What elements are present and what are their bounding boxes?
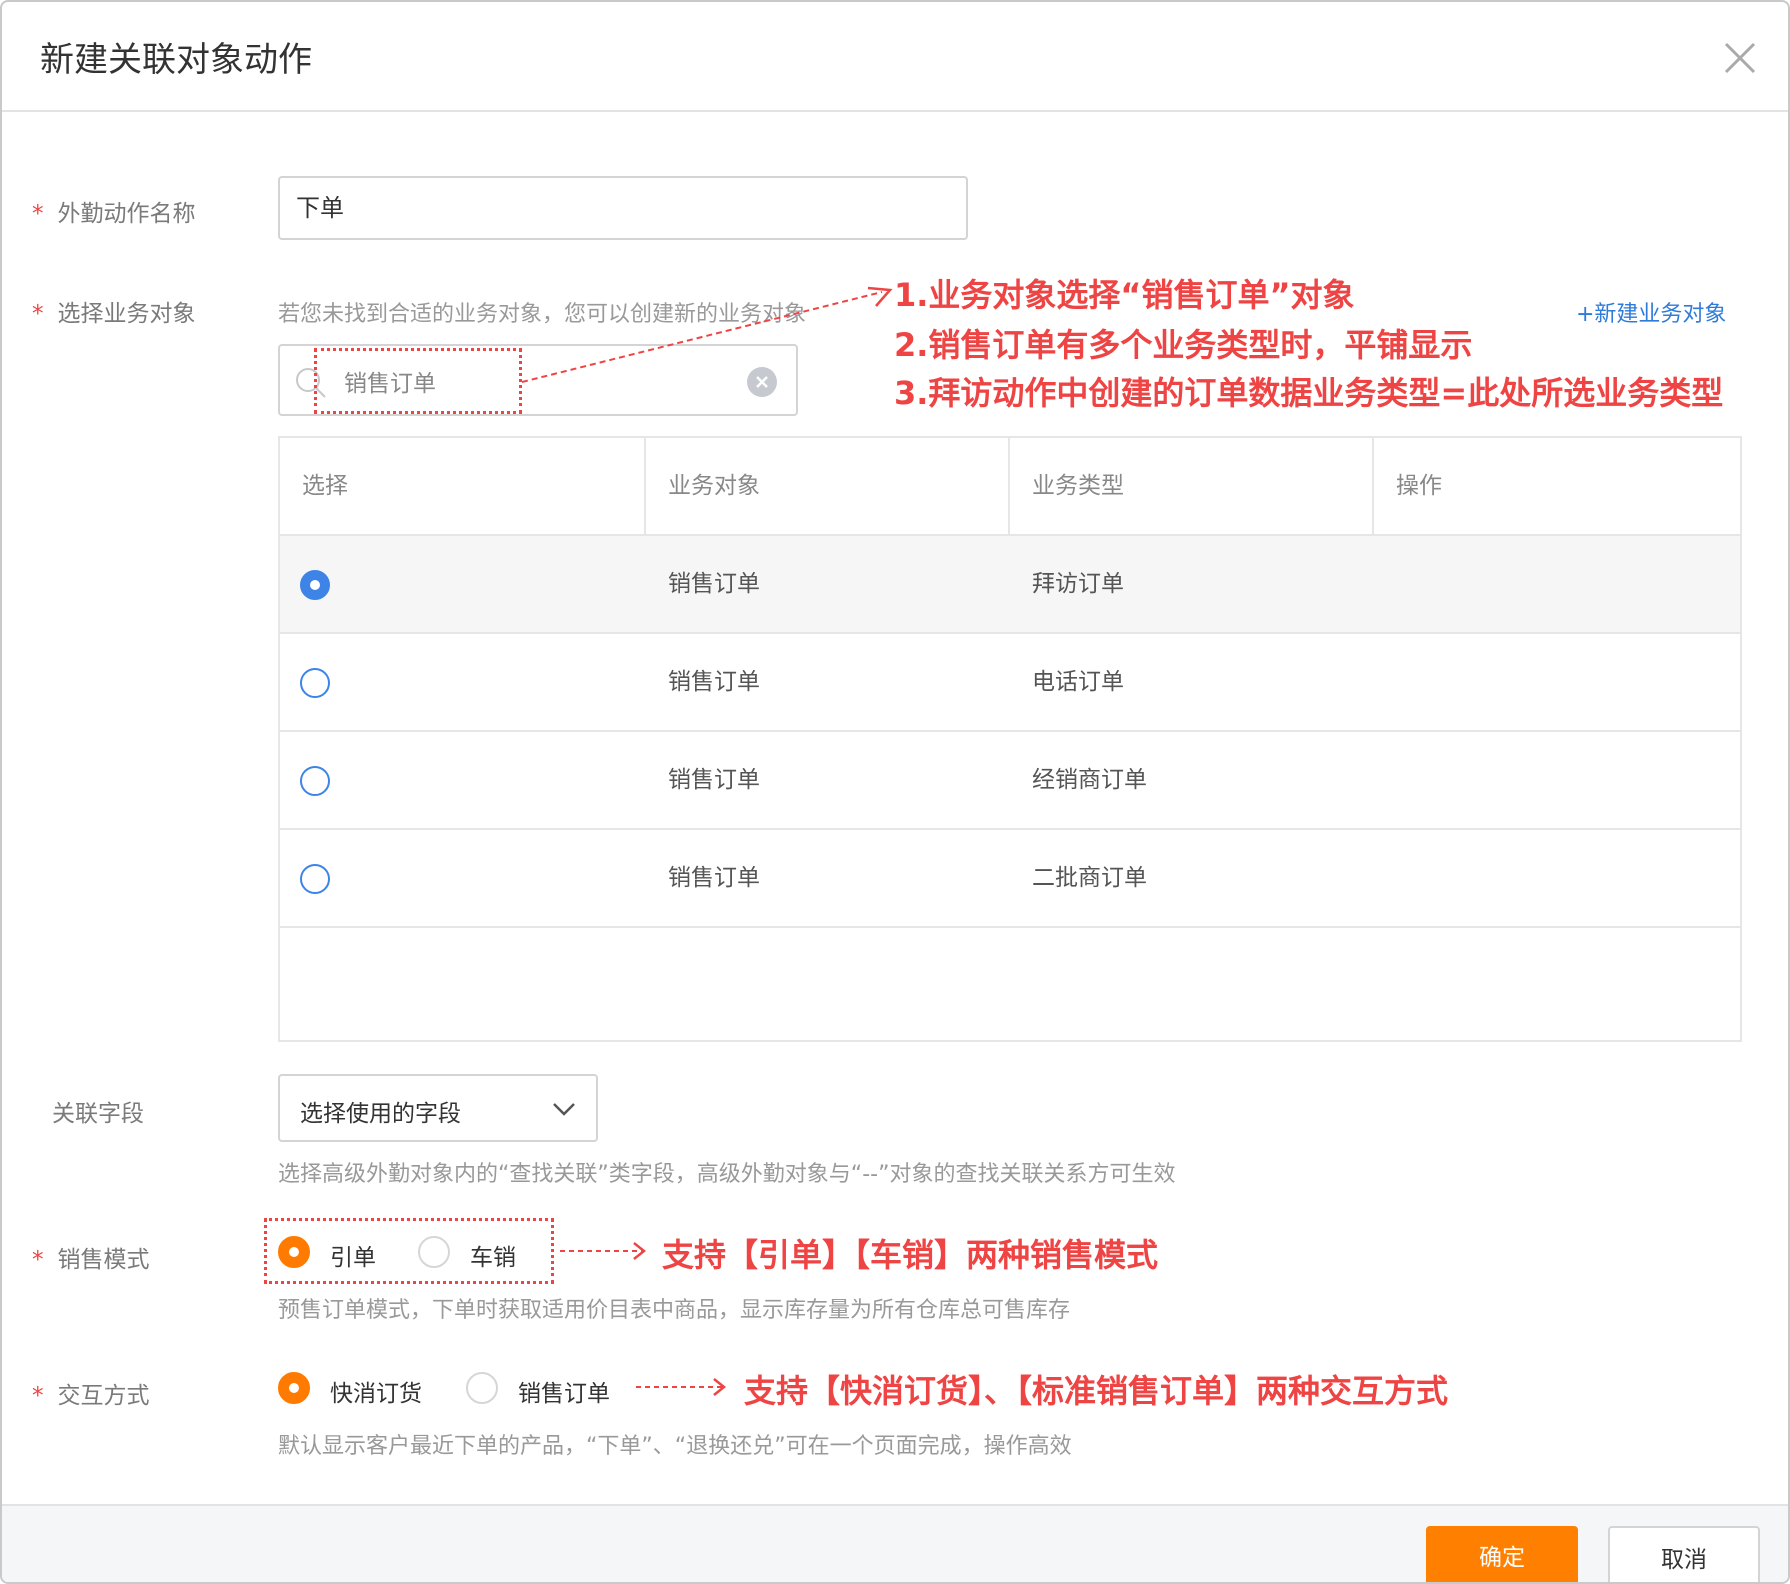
- annotation-note-2: 2.销售订单有多个业务类型时，平铺显示: [894, 326, 1473, 364]
- table-row[interactable]: 销售订单 经销商订单: [280, 732, 1740, 830]
- business-object-label: * 选择业务对象: [32, 301, 196, 327]
- related-field-label: 关联字段: [52, 1101, 144, 1127]
- chevron-down-icon: [553, 1103, 575, 1116]
- sales-mode-option-chexiao-label[interactable]: 车销: [470, 1238, 516, 1272]
- row-radio[interactable]: [300, 864, 330, 894]
- dialog-title: 新建关联对象动作: [40, 40, 312, 80]
- column-header-object: 业务对象: [646, 438, 1010, 534]
- column-header-type: 业务类型: [1010, 438, 1374, 534]
- row-object: 销售订单: [668, 767, 760, 793]
- related-field-placeholder: 选择使用的字段: [300, 1101, 461, 1127]
- interaction-hint: 默认显示客户最近下单的产品，“下单”、“退换还兑”可在一个页面完成，操作高效: [278, 1434, 1072, 1459]
- annotation-arrow: [636, 1378, 727, 1396]
- action-name-input[interactable]: 下单: [278, 176, 968, 240]
- interaction-annotation: 支持【快消订货】、【标准销售订单】两种交互方式: [744, 1372, 1449, 1410]
- column-header-action: 操作: [1396, 473, 1442, 499]
- sales-mode-option-yindan-radio[interactable]: [278, 1236, 310, 1268]
- sales-mode-label: * 销售模式: [32, 1247, 150, 1273]
- create-business-object-link[interactable]: +新建业务对象: [1576, 296, 1726, 328]
- row-radio[interactable]: [300, 668, 330, 698]
- table-row[interactable]: 销售订单 电话订单: [280, 634, 1740, 732]
- row-radio[interactable]: [300, 766, 330, 796]
- related-field-select[interactable]: 选择使用的字段: [278, 1074, 598, 1142]
- related-field-hint: 选择高级外勤对象内的“查找关联”类字段，高级外勤对象与“--”对象的查找关联关系…: [278, 1162, 1176, 1187]
- business-type-table: 选择 业务对象 业务类型 操作 销售订单 拜访订单 销售订单 电话订单 销售订单…: [278, 436, 1742, 1042]
- row-radio-selected[interactable]: [300, 570, 330, 600]
- close-icon[interactable]: [1720, 38, 1760, 78]
- dialog-header: 新建关联对象动作: [2, 2, 1788, 112]
- row-object: 销售订单: [668, 571, 760, 597]
- interaction-option-sales-order-label[interactable]: 销售订单: [518, 1374, 610, 1408]
- interaction-option-fmcg-label[interactable]: 快消订货: [330, 1374, 422, 1408]
- sales-mode-option-yindan-label[interactable]: 引单: [330, 1238, 376, 1272]
- action-name-label: * 外勤动作名称: [32, 201, 196, 227]
- search-highlight-box: [314, 348, 522, 414]
- table-row[interactable]: 销售订单 拜访订单: [280, 536, 1740, 634]
- row-type: 电话订单: [1032, 669, 1124, 695]
- sales-mode-option-chexiao-radio[interactable]: [418, 1236, 450, 1268]
- row-object: 销售订单: [668, 669, 760, 695]
- table-row[interactable]: 销售订单 二批商订单: [280, 830, 1740, 928]
- interaction-label: * 交互方式: [32, 1383, 150, 1409]
- cancel-button[interactable]: 取消: [1608, 1526, 1760, 1582]
- dialog: 新建关联对象动作 * 外勤动作名称 下单 * 选择业务对象 若您未找到合适的业务对象…: [0, 0, 1790, 1584]
- table-header: 选择 业务对象 业务类型 操作: [280, 438, 1740, 536]
- annotation-note-3: 3.拜访动作中创建的订单数据业务类型=此处所选业务类型: [894, 374, 1724, 412]
- column-header-select: 选择: [280, 438, 646, 534]
- action-name-value: 下单: [296, 194, 344, 222]
- interaction-option-sales-order-radio[interactable]: [466, 1372, 498, 1404]
- row-object: 销售订单: [668, 865, 760, 891]
- row-type: 拜访订单: [1032, 571, 1124, 597]
- row-type: 经销商订单: [1032, 767, 1147, 793]
- confirm-button[interactable]: 确定: [1426, 1526, 1578, 1582]
- annotation-arrow: [560, 1242, 647, 1260]
- sales-mode-hint: 预售订单模式，下单时获取适用价目表中商品，显示库存量为所有仓库总可售库存: [278, 1298, 1071, 1323]
- annotation-note-1: 1.业务对象选择“销售订单”对象: [894, 276, 1355, 314]
- interaction-option-fmcg-radio[interactable]: [278, 1372, 310, 1404]
- row-type: 二批商订单: [1032, 865, 1147, 891]
- annotation-arrow: [521, 286, 893, 383]
- sales-mode-annotation: 支持【引单】【车销】两种销售模式: [662, 1236, 1159, 1274]
